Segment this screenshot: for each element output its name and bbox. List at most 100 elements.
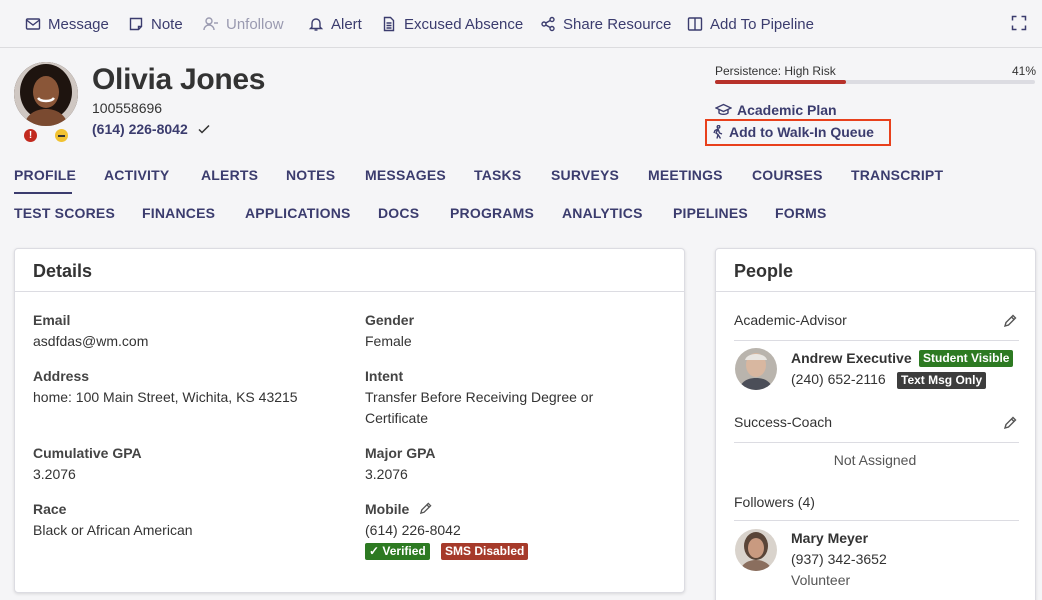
note-label: Note — [151, 15, 183, 33]
user-minus-icon — [203, 17, 218, 31]
address-label: Address — [33, 368, 90, 384]
advisor-divider — [734, 340, 1019, 341]
excused-absence-label: Excused Absence — [404, 15, 524, 33]
message-button[interactable]: Message — [25, 14, 109, 34]
tab-applications[interactable]: APPLICATIONS — [245, 205, 351, 221]
active-tab-underline — [14, 192, 72, 194]
student-phone[interactable]: (614) 226-8042 — [92, 121, 211, 137]
pencil-icon — [1003, 314, 1017, 328]
sms-disabled-badge: SMS Disabled — [441, 543, 529, 560]
add-to-pipeline-button[interactable]: Add To Pipeline — [687, 14, 814, 34]
cumulative-gpa-label: Cumulative GPA — [33, 445, 142, 461]
share-resource-button[interactable]: Share Resource — [540, 14, 671, 34]
persistence-bar-fill — [715, 80, 847, 84]
student-id: 100558696 — [92, 100, 163, 116]
tab-profile[interactable]: PROFILE — [14, 167, 76, 183]
edit-advisor-button[interactable] — [1003, 314, 1017, 328]
add-to-pipeline-label: Add To Pipeline — [710, 15, 814, 33]
not-assigned-text: Not Assigned — [833, 452, 917, 468]
tab-pipelines[interactable]: PIPELINES — [673, 205, 748, 221]
details-divider — [15, 291, 684, 292]
tab-finances[interactable]: FINANCES — [142, 205, 215, 221]
excused-absence-button[interactable]: Excused Absence — [381, 14, 523, 34]
pencil-icon[interactable] — [419, 502, 432, 515]
email-value[interactable]: asdfdas@wm.com — [33, 331, 148, 352]
note-button[interactable]: Note — [128, 14, 183, 34]
address-value: home: 100 Main Street, Wichita, KS 43215 — [33, 389, 298, 405]
envelope-icon — [25, 18, 41, 30]
follower-phone[interactable]: (937) 342-3652 — [791, 551, 887, 567]
share-icon — [541, 16, 555, 32]
tab-docs[interactable]: DOCS — [378, 205, 419, 221]
tab-transcript[interactable]: TRANSCRIPT — [851, 167, 943, 183]
advisor-photo — [735, 348, 777, 390]
tab-forms[interactable]: FORMS — [775, 205, 827, 221]
tab-messages[interactable]: MESSAGES — [365, 167, 446, 183]
mobile-label-row: Mobile — [365, 501, 432, 517]
advisor-name[interactable]: Andrew Executive — [791, 350, 912, 366]
note-icon — [129, 17, 143, 31]
message-label: Message — [48, 15, 109, 33]
academic-plan-label: Academic Plan — [737, 102, 837, 118]
tab-activity[interactable]: ACTIVITY — [104, 167, 169, 183]
student-visible-badge: Student Visible — [919, 350, 1014, 367]
status-minus-icon[interactable] — [55, 129, 68, 142]
tab-analytics[interactable]: ANALYTICS — [562, 205, 643, 221]
intent-value-line2: Certificate — [365, 410, 429, 426]
alert-button[interactable]: Alert — [308, 14, 362, 34]
tab-notes[interactable]: NOTES — [286, 167, 335, 183]
columns-icon — [687, 17, 703, 31]
follower-photo — [735, 529, 777, 571]
mobile-value[interactable]: (614) 226-8042 — [365, 520, 461, 541]
details-card: Details Email asdfdas@wm.com Address hom… — [14, 248, 685, 593]
advisor-avatar — [735, 348, 777, 390]
details-title: Details — [33, 261, 93, 281]
race-value: Black or African American — [33, 522, 193, 538]
document-icon — [383, 16, 395, 32]
expand-icon — [1011, 15, 1027, 31]
follower-avatar — [735, 529, 777, 571]
tab-programs[interactable]: PROGRAMS — [450, 205, 534, 221]
checkmark-icon — [198, 124, 210, 134]
academic-advisor-role: Academic-Advisor — [734, 312, 847, 328]
intent-value-line1: Transfer Before Receiving Degree or — [365, 389, 594, 405]
persistence-percent: 41% — [1012, 64, 1037, 78]
cumulative-gpa-value: 3.2076 — [33, 466, 76, 482]
expand-button[interactable] — [1011, 15, 1027, 31]
email-label: Email — [33, 312, 71, 328]
follower-name[interactable]: Mary Meyer — [791, 530, 868, 546]
gender-value: Female — [365, 333, 412, 349]
persistence-label: Persistence: High Risk — [715, 64, 836, 78]
pencil-icon — [1003, 416, 1017, 430]
tab-alerts[interactable]: ALERTS — [201, 167, 258, 183]
followers-divider — [734, 520, 1019, 521]
major-gpa-label: Major GPA — [365, 445, 436, 461]
people-title: People — [734, 261, 794, 281]
gender-label: Gender — [365, 312, 415, 328]
graduation-cap-icon — [715, 103, 732, 116]
unfollow-label: Unfollow — [226, 15, 284, 33]
tab-meetings[interactable]: MEETINGS — [648, 167, 723, 183]
student-phone-number[interactable]: (614) 226-8042 — [92, 121, 188, 137]
follower-role: Volunteer — [791, 572, 851, 588]
tab-test-scores[interactable]: TEST SCORES — [14, 205, 115, 221]
edit-coach-button[interactable] — [1003, 416, 1017, 430]
tab-courses[interactable]: COURSES — [752, 167, 823, 183]
tab-surveys[interactable]: SURVEYS — [551, 167, 619, 183]
walk-in-highlight-box — [705, 119, 891, 146]
tab-tasks[interactable]: TASKS — [474, 167, 521, 183]
student-avatar — [14, 62, 78, 126]
share-resource-label: Share Resource — [563, 15, 672, 33]
action-toolbar: Message Note Unfollow Alert Excused Abse… — [0, 0, 1042, 48]
bell-icon — [308, 18, 324, 31]
alert-indicator-icon[interactable]: ! — [24, 129, 37, 142]
verified-badge: ✓ Verified — [365, 543, 430, 560]
persistence-bar — [715, 80, 1035, 84]
academic-plan-link[interactable]: Academic Plan — [715, 102, 837, 118]
advisor-phone[interactable]: (240) 652-2116 — [791, 371, 886, 387]
coach-divider — [734, 442, 1019, 443]
unfollow-button[interactable]: Unfollow — [203, 14, 284, 34]
student-name: Olivia Jones — [92, 63, 266, 96]
race-label: Race — [33, 501, 67, 517]
alert-label: Alert — [331, 15, 362, 33]
